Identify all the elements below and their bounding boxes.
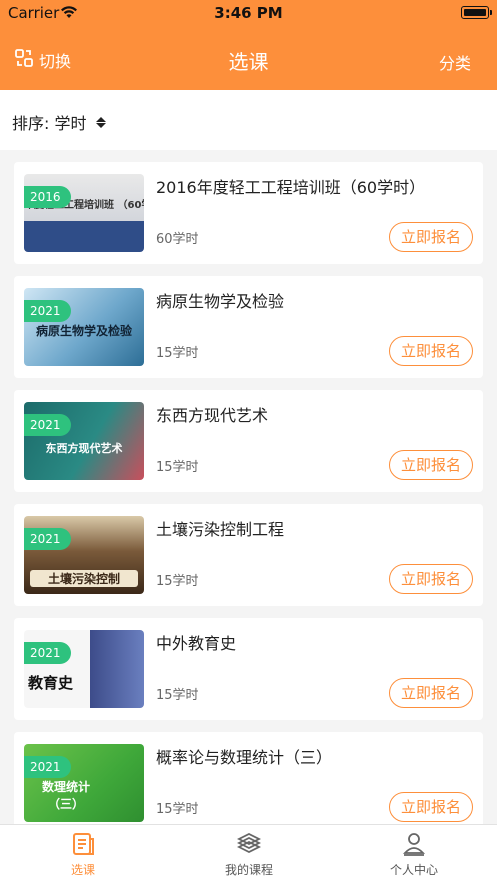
sort-toggle[interactable]: 排序: 学时 (12, 110, 107, 134)
enroll-button[interactable]: 立即报名 (389, 222, 473, 252)
course-hours: 15学时 (156, 574, 199, 589)
sort-arrows-icon (96, 116, 107, 128)
course-card[interactable]: 土壤污染控制 2021 土壤污染控制工程 15学时 立即报名 (14, 504, 483, 606)
enroll-button[interactable]: 立即报名 (389, 564, 473, 594)
course-card[interactable]: 东西方现代艺术 2021 东西方现代艺术 15学时 立即报名 (14, 390, 483, 492)
course-card[interactable]: 年度轻工工程培训班 （60学时） 2016 2016年度轻工工程培训班（60学时… (14, 162, 483, 264)
tab-profile[interactable]: 个人中心 (331, 831, 497, 878)
course-card[interactable]: 数理统计 （三） 2021 概率论与数理统计（三） 15学时 立即报名 (14, 732, 483, 824)
course-hours: 15学时 (156, 688, 199, 703)
course-list[interactable]: 年度轻工工程培训班 （60学时） 2016 2016年度轻工工程培训班（60学时… (0, 150, 497, 824)
status-bar: Carrier 3:46 PM (0, 0, 497, 26)
profile-icon (401, 831, 427, 857)
category-button[interactable]: 分类 (439, 50, 471, 74)
page-title: 选课 (228, 50, 269, 74)
sort-label: 排序: 学时 (12, 114, 87, 133)
my-courses-icon (236, 831, 262, 857)
battery-icon (461, 6, 492, 19)
tab-my-courses[interactable]: 我的课程 (166, 831, 332, 878)
course-title: 土壤污染控制工程 (156, 520, 285, 539)
thumbnail-text: 数理统计 （三） (41, 780, 90, 811)
course-select-icon (70, 831, 96, 857)
enroll-button[interactable]: 立即报名 (389, 336, 473, 366)
course-hours: 15学时 (156, 346, 199, 361)
nav-bar: 切换 选课 分类 (0, 26, 497, 90)
tab-label: 我的课程 (224, 863, 273, 877)
course-title: 概率论与数理统计（三） (156, 748, 333, 767)
tab-course-select[interactable]: 选课 (0, 831, 166, 878)
course-title: 东西方现代艺术 (156, 406, 269, 425)
course-card[interactable]: 病原生物学及检验 2021 病原生物学及检验 15学时 立即报名 (14, 276, 483, 378)
year-badge: 2021 (24, 528, 71, 550)
enroll-button[interactable]: 立即报名 (389, 678, 473, 708)
thumbnail-text: 教育史 (28, 674, 74, 692)
course-title: 病原生物学及检验 (156, 292, 285, 311)
clock: 3:46 PM (214, 4, 283, 22)
year-badge: 2021 (24, 300, 71, 322)
year-badge: 2021 (24, 414, 71, 436)
year-badge: 2021 (24, 642, 71, 664)
course-hours: 15学时 (156, 802, 199, 817)
thumbnail-text: 东西方现代艺术 (45, 442, 123, 455)
course-card[interactable]: 教育史 2021 中外教育史 15学时 立即报名 (14, 618, 483, 720)
course-hours: 15学时 (156, 460, 199, 475)
course-title: 2016年度轻工工程培训班（60学时） (156, 178, 426, 197)
thumbnail-text: 土壤污染控制 (30, 570, 138, 587)
enroll-button[interactable]: 立即报名 (389, 450, 473, 480)
enroll-button[interactable]: 立即报名 (389, 792, 473, 822)
year-badge: 2021 (24, 756, 71, 778)
course-title: 中外教育史 (156, 634, 237, 653)
tab-bar: 选课 我的课程 个人中心 (0, 824, 497, 883)
thumbnail-text: 病原生物学及检验 (35, 324, 132, 338)
tab-label: 个人中心 (389, 863, 438, 877)
course-hours: 60学时 (156, 232, 199, 247)
sort-bar: 排序: 学时 (0, 90, 497, 150)
year-badge: 2016 (24, 186, 71, 208)
tab-label: 选课 (70, 863, 95, 877)
